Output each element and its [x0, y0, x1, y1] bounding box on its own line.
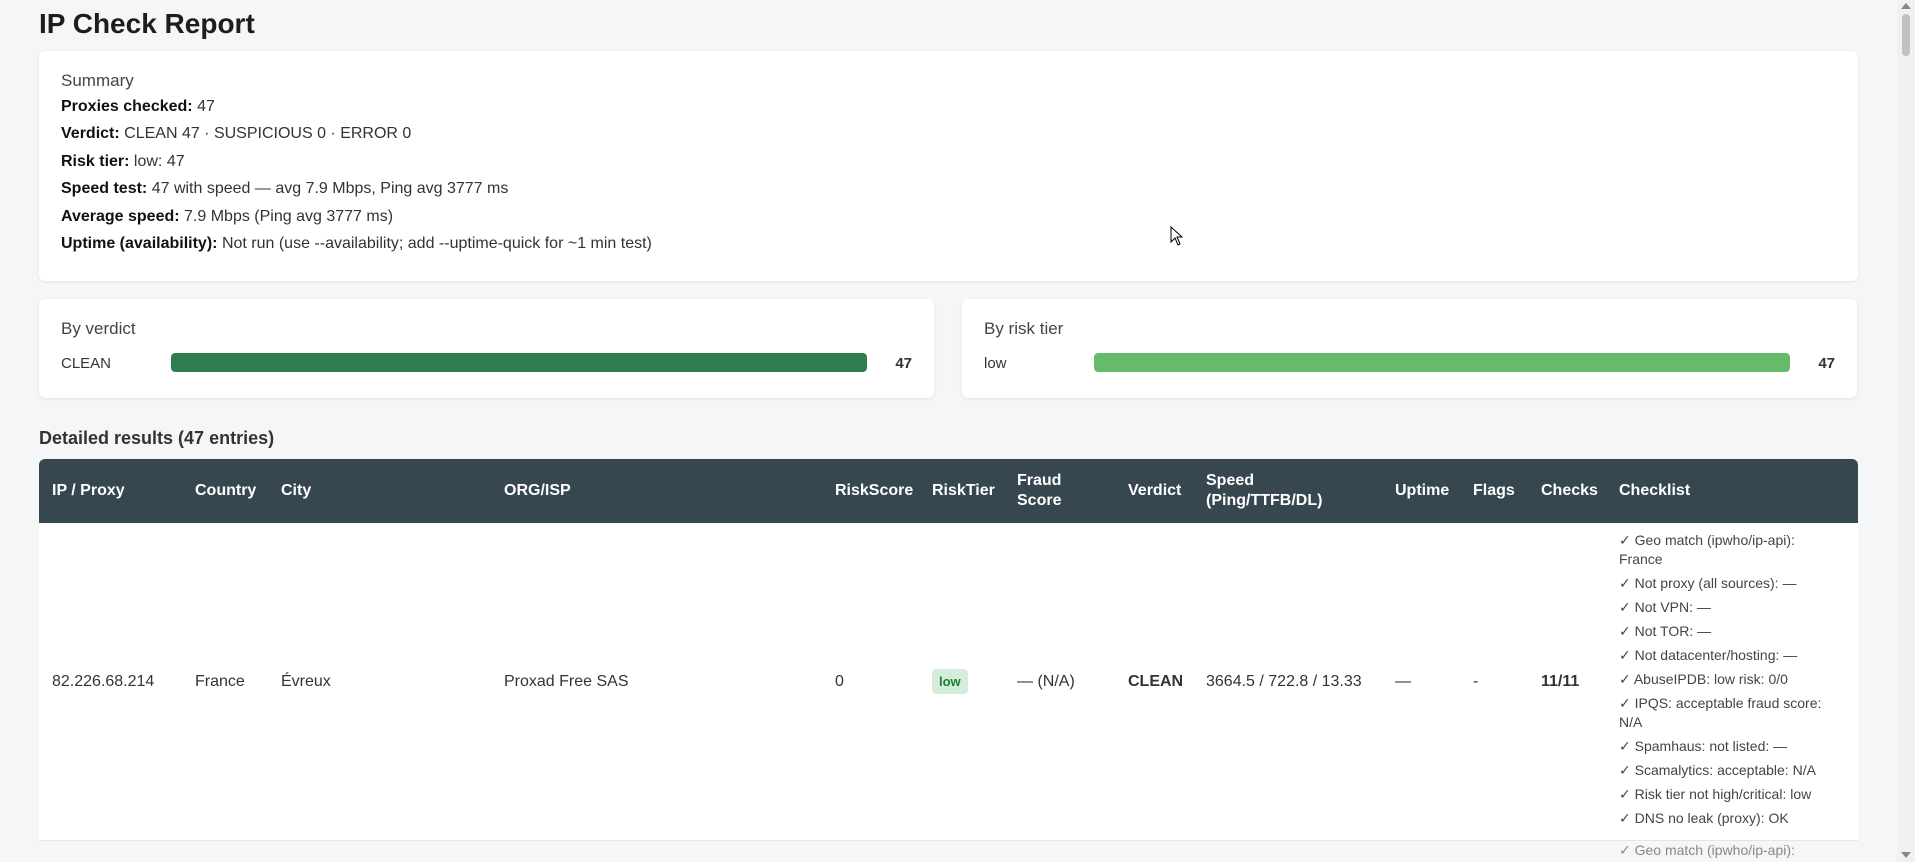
header-fraud-score[interactable]: Fraud Score — [1017, 459, 1077, 523]
table-header: IP / Proxy Country City ORG/ISP RiskScor… — [39, 459, 1858, 523]
by-risk-tier-title: By risk tier — [984, 319, 1064, 338]
checklist-item: ✓ IPQS: acceptable fraud score: N/A — [1619, 695, 1822, 730]
by-verdict-track — [171, 353, 867, 372]
by-risk-tier-label: low — [984, 355, 1007, 372]
checklist-item: ✓ Not datacenter/hosting: — — [1619, 647, 1798, 663]
header-risktier[interactable]: RiskTier — [932, 459, 995, 523]
by-risk-tier-card: By risk tier low 47 — [962, 299, 1857, 398]
checklist-item: ✓ Not proxy (all sources): — — [1619, 575, 1797, 591]
checklist-item: ✓ AbuseIPDB: low risk: 0/0 — [1619, 671, 1788, 687]
header-speed[interactable]: Speed (Ping/TTFB/DL) — [1206, 459, 1336, 523]
cell-country: France — [195, 672, 245, 690]
by-verdict-fill — [171, 353, 867, 372]
cell-fraud-score: — (N/A) — [1017, 672, 1075, 690]
results-table: IP / Proxy Country City ORG/ISP RiskScor… — [39, 459, 1858, 841]
by-verdict-count: 47 — [895, 355, 912, 372]
cell-verdict: CLEAN — [1128, 672, 1184, 690]
cell-riskscore: 0 — [835, 672, 844, 690]
by-risk-tier-track — [1094, 353, 1790, 372]
scroll-up-arrow-icon[interactable] — [1901, 3, 1911, 9]
table-row: 82.226.68.214 France Évreux Proxad Free … — [39, 523, 1858, 841]
by-risk-tier-fill — [1094, 353, 1790, 372]
mouse-cursor-icon — [1170, 226, 1184, 246]
header-flags[interactable]: Flags — [1473, 459, 1515, 523]
checklist-item: ✓ Spamhaus: not listed: — — [1619, 738, 1788, 754]
header-org[interactable]: ORG/ISP — [504, 459, 571, 523]
summary-speed: Speed test: 47 with speed — avg 7.9 Mbps… — [61, 180, 509, 197]
header-country[interactable]: Country — [195, 459, 256, 523]
header-city[interactable]: City — [281, 459, 311, 523]
cell-checklist: ✓ Geo match (ipwho/ip-api): France ✓ Not … — [1619, 531, 1839, 833]
by-risk-tier-count: 47 — [1818, 355, 1835, 372]
header-checks[interactable]: Checks — [1541, 459, 1598, 523]
header-ip[interactable]: IP / Proxy — [52, 459, 125, 523]
checklist-item: ✓ DNS no leak (proxy): OK — [1619, 810, 1789, 826]
summary-title: Summary — [61, 71, 134, 90]
page-title: IP Check Report — [39, 8, 255, 39]
checklist-item: ✓ Scamalytics: acceptable: N/A — [1619, 762, 1816, 778]
checklist-item: ✓ Geo match (ipwho/ip-api): France — [1619, 532, 1795, 567]
risk-tier-badge: low — [932, 669, 968, 694]
by-verdict-label: CLEAN — [61, 355, 112, 372]
summary-verdict: Verdict: CLEAN 47 · SUSPICIOUS 0 · ERROR… — [61, 125, 412, 142]
vertical-scrollbar[interactable] — [1897, 0, 1915, 862]
header-uptime[interactable]: Uptime — [1395, 459, 1449, 523]
detailed-results-title: Detailed results (47 entries) — [39, 428, 275, 448]
next-row-partial: ✓ Geo match (ipwho/ip-api): — [1619, 842, 1795, 858]
header-checklist[interactable]: Checklist — [1619, 459, 1690, 523]
by-verdict-title: By verdict — [61, 319, 136, 338]
cell-org: Proxad Free SAS — [504, 672, 629, 690]
cell-risktier: low — [932, 523, 968, 840]
header-riskscore[interactable]: RiskScore — [835, 459, 913, 523]
summary-card: Summary Proxies checked: 47 Verdict: CLE… — [39, 51, 1858, 281]
scroll-down-arrow-icon[interactable] — [1901, 852, 1911, 858]
cell-speed: 3664.5 / 722.8 / 13.33 — [1206, 672, 1362, 690]
header-verdict[interactable]: Verdict — [1128, 459, 1181, 523]
cell-checks: 11/11 — [1541, 672, 1580, 690]
checklist-item: ✓ Not VPN: — — [1619, 599, 1711, 615]
checklist-item: ✓ Risk tier not high/critical: low — [1619, 786, 1812, 802]
summary-uptime: Uptime (availability): Not run (use --av… — [61, 235, 652, 252]
summary-proxies: Proxies checked: 47 — [61, 98, 215, 115]
cell-ip: 82.226.68.214 — [52, 672, 155, 690]
summary-risk: Risk tier: low: 47 — [61, 153, 185, 170]
checklist-item: ✓ Not TOR: — — [1619, 623, 1712, 639]
by-verdict-card: By verdict CLEAN 47 — [39, 299, 934, 398]
cell-uptime: — — [1395, 672, 1411, 690]
scrollbar-thumb[interactable] — [1902, 14, 1910, 56]
summary-avg-speed: Average speed: 7.9 Mbps (Ping avg 3777 m… — [61, 208, 394, 225]
cell-city: Évreux — [281, 672, 331, 690]
cell-flags: - — [1473, 672, 1479, 690]
